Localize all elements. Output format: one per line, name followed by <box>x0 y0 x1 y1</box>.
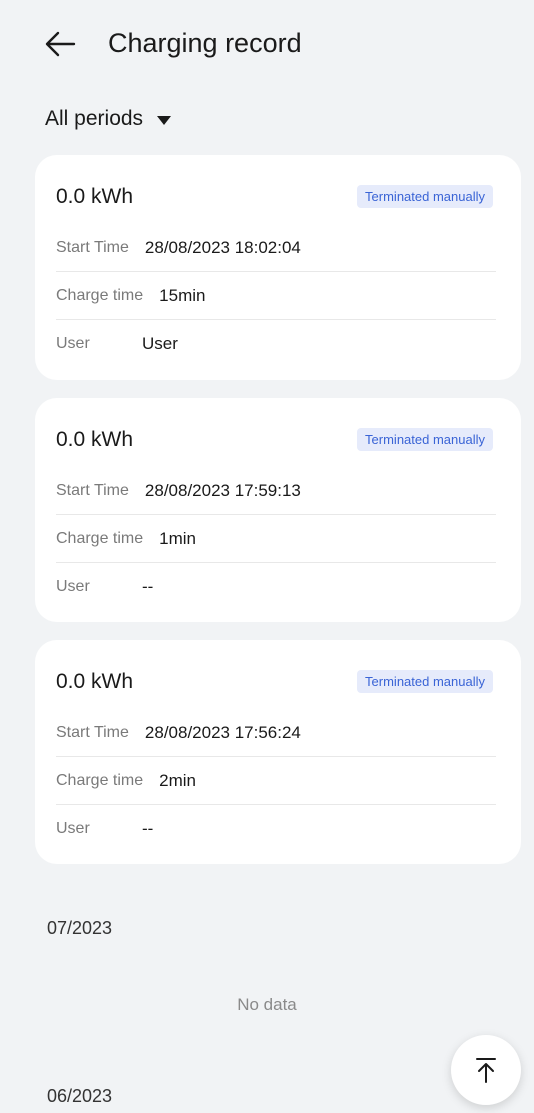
start-time-row: Start Time 28/08/2023 17:56:24 <box>56 709 496 757</box>
user-value: -- <box>142 577 154 596</box>
month-header: 06/2023 <box>47 1086 113 1106</box>
user-value: User <box>142 334 178 353</box>
charge-time-value: 2min <box>159 770 197 790</box>
start-time-row: Start Time 28/08/2023 18:02:04 <box>56 224 496 272</box>
user-label: User <box>56 578 90 595</box>
month-header: 07/2023 <box>47 918 113 938</box>
start-time-value: 28/08/2023 17:59:13 <box>144 480 301 500</box>
start-time-label: Start Time <box>56 238 129 256</box>
start-time-row: Start Time 28/08/2023 17:59:13 <box>56 467 496 515</box>
charge-time-label: Charge time <box>56 286 144 304</box>
period-selector[interactable]: All periods <box>45 107 172 131</box>
start-time-value: 28/08/2023 17:56:24 <box>144 722 301 742</box>
caret-down-icon <box>157 115 172 125</box>
charge-time-row: Charge time 2min <box>56 757 496 805</box>
arrow-up-to-top-icon <box>476 1058 496 1083</box>
period-label: All periods <box>45 107 144 130</box>
status-badge: Terminated manually <box>357 185 493 208</box>
record-card[interactable]: 0.0 kWh Terminated manually Start Time 2… <box>35 155 521 380</box>
scroll-to-top-button[interactable] <box>451 1035 521 1105</box>
user-row: User -- <box>56 563 496 611</box>
charge-time-value: 15min <box>159 285 206 305</box>
user-label: User <box>56 335 90 352</box>
start-time-label: Start Time <box>56 723 129 741</box>
status-badge: Terminated manually <box>357 428 493 451</box>
charge-time-row: Charge time 1min <box>56 515 496 563</box>
page-title: Charging record <box>108 28 302 58</box>
start-time-value: 28/08/2023 18:02:04 <box>144 237 301 257</box>
charge-time-value: 1min <box>159 528 197 548</box>
charging-record-page: Charging record All periods 0.0 kWh Term… <box>0 0 534 1113</box>
record-energy: 0.0 kWh <box>56 670 134 693</box>
user-row: User User <box>56 320 496 368</box>
user-row: User -- <box>56 805 496 853</box>
status-badge: Terminated manually <box>357 670 493 693</box>
charge-time-label: Charge time <box>56 529 144 547</box>
start-time-label: Start Time <box>56 481 129 499</box>
record-card[interactable]: 0.0 kWh Terminated manually Start Time 2… <box>35 398 521 622</box>
user-value: -- <box>142 819 154 838</box>
record-energy: 0.0 kWh <box>56 428 134 451</box>
header: Charging record <box>0 0 534 95</box>
user-label: User <box>56 820 90 837</box>
charge-time-label: Charge time <box>56 771 144 789</box>
no-data-text: No data <box>237 995 297 1014</box>
arrow-left-icon <box>45 31 76 57</box>
record-card[interactable]: 0.0 kWh Terminated manually Start Time 2… <box>35 640 521 864</box>
record-energy: 0.0 kWh <box>56 185 134 208</box>
back-button[interactable] <box>38 22 82 66</box>
charge-time-row: Charge time 15min <box>56 272 496 320</box>
